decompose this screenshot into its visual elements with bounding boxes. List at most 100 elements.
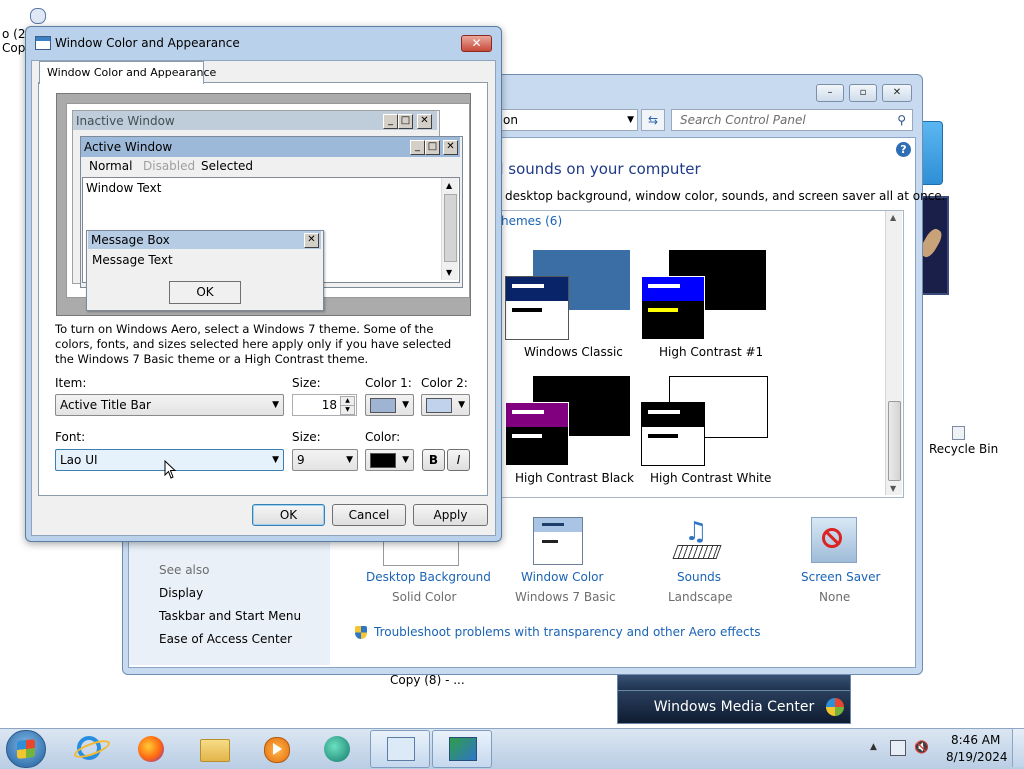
recycle-bin-icon[interactable]: [952, 426, 965, 440]
network-icon[interactable]: [890, 740, 906, 756]
preview-inactive-min: _: [383, 114, 398, 129]
theme-high-contrast-white[interactable]: [641, 374, 769, 470]
taskbar-ie-icon[interactable]: [69, 730, 113, 768]
sounds-link[interactable]: Sounds: [677, 570, 721, 584]
taskbar-control-panel-button[interactable]: [370, 730, 430, 768]
maximize-button[interactable]: ▫: [849, 84, 877, 102]
page-description: desktop background, window color, sounds…: [505, 189, 946, 203]
window-color-icon[interactable]: [533, 517, 583, 565]
ok-button[interactable]: OK: [252, 504, 325, 526]
start-button[interactable]: [6, 730, 46, 768]
theme-label-high-contrast-white[interactable]: High Contrast White: [650, 471, 771, 485]
address-dropdown-icon[interactable]: ▼: [627, 110, 634, 130]
sounds-icon[interactable]: ♫: [671, 517, 722, 563]
desktop-background-link[interactable]: Desktop Background: [366, 570, 491, 584]
theme-preview-title-text: [512, 410, 544, 414]
dialog-title: Window Color and Appearance: [55, 36, 240, 50]
chevron-down-icon: ▼: [272, 400, 279, 410]
bold-button[interactable]: B: [422, 449, 445, 471]
taskbar-firefox-icon[interactable]: [130, 730, 174, 768]
search-placeholder: Search Control Panel: [680, 113, 806, 127]
italic-button[interactable]: I: [447, 449, 470, 471]
refresh-button[interactable]: ⇆: [641, 109, 665, 131]
search-input[interactable]: Search Control Panel ⚲: [671, 109, 913, 131]
chevron-down-icon: ▼: [402, 455, 409, 465]
themes-scrollbar[interactable]: ▲ ▼: [885, 211, 902, 495]
taskbar-explorer-icon[interactable]: [192, 730, 236, 768]
windows-media-center-gadget[interactable]: Windows Media Center: [617, 690, 851, 724]
themes-group-header[interactable]: hemes (6): [501, 214, 562, 228]
show-hidden-icons[interactable]: ▲: [870, 742, 877, 752]
color2-swatch: [426, 398, 452, 413]
taskbar-app-icon[interactable]: [316, 730, 360, 768]
see-also-taskbar[interactable]: Taskbar and Start Menu: [159, 609, 301, 623]
theme-preview-window: [505, 276, 569, 340]
preview-window-text: Window Text: [86, 181, 162, 195]
play-icon: [273, 743, 282, 755]
theme-preview-body-text: [648, 434, 678, 438]
desktop-label-copy[interactable]: Copy (8) - ...: [390, 673, 465, 687]
scroll-down-arrow[interactable]: ▼: [890, 484, 896, 493]
spin-down-icon[interactable]: ▼: [340, 405, 355, 415]
windows-logo-icon: [826, 698, 844, 716]
theme-preview-window: [505, 402, 569, 466]
window-color-link[interactable]: Window Color: [521, 570, 603, 584]
apply-button[interactable]: Apply: [413, 504, 488, 526]
theme-label-high-contrast-black[interactable]: High Contrast Black: [515, 471, 634, 485]
theme-high-contrast-black[interactable]: [505, 374, 633, 470]
volume-muted-icon[interactable]: 🔇: [914, 740, 930, 754]
address-bar[interactable]: on ▼: [494, 109, 638, 131]
theme-preview-title-text: [648, 410, 680, 414]
scroll-up-arrow[interactable]: ▲: [890, 213, 896, 222]
theme-preview-body-text: [512, 434, 542, 438]
see-also-title: See also: [159, 563, 210, 577]
dialog-close-button[interactable]: ✕: [461, 35, 492, 52]
taskbar-appearance-button[interactable]: [432, 730, 492, 768]
recycle-bin-label[interactable]: Recycle Bin: [929, 442, 998, 456]
font-size-label: Size:: [292, 430, 321, 444]
preview-msgbox-text: Message Text: [92, 253, 173, 267]
theme-label-high-contrast-1[interactable]: High Contrast #1: [659, 345, 763, 359]
see-also-display[interactable]: Display: [159, 586, 203, 600]
color1-label: Color 1:: [365, 376, 412, 390]
preview-menu-disabled: Disabled: [143, 159, 196, 173]
screen-saver-link[interactable]: Screen Saver: [801, 570, 880, 584]
close-button[interactable]: ✕: [882, 84, 912, 102]
clock-time[interactable]: 8:46 AM: [951, 733, 1000, 747]
minimize-button[interactable]: –: [816, 84, 844, 102]
taskbar-media-player-icon[interactable]: [254, 730, 298, 768]
page-heading: d sounds on your computer: [494, 160, 701, 178]
appearance-icon: [449, 737, 477, 761]
troubleshoot-link[interactable]: Troubleshoot problems with transparency …: [374, 625, 761, 639]
item-size-spinner[interactable]: 18 ▲ ▼: [292, 394, 357, 416]
tab-window-color[interactable]: Window Color and Appearance: [39, 61, 216, 84]
cancel-button[interactable]: Cancel: [332, 504, 406, 526]
preview-scroll-up: ▲: [446, 181, 453, 190]
theme-preview-title-text: [512, 284, 544, 288]
desktop-label-left-2[interactable]: Cop: [2, 41, 25, 55]
control-panel-icon: [387, 737, 415, 761]
clock-date[interactable]: 8/19/2024: [946, 750, 1008, 764]
color2-picker[interactable]: ▼: [421, 394, 470, 416]
item-select[interactable]: Active Title Bar ▼: [55, 394, 284, 416]
chevron-down-icon: ▼: [272, 455, 279, 465]
theme-high-contrast-1[interactable]: [641, 248, 769, 344]
preview-inactive-title: Inactive Window: [76, 114, 175, 128]
help-icon[interactable]: ?: [896, 142, 911, 157]
firefox-icon: [138, 736, 164, 762]
scroll-thumb[interactable]: [888, 401, 901, 481]
desktop-icon-top[interactable]: [30, 8, 46, 24]
color1-picker[interactable]: ▼: [365, 394, 414, 416]
font-color-picker[interactable]: ▼: [365, 449, 414, 471]
screen-saver-icon[interactable]: [811, 517, 857, 563]
theme-windows-classic[interactable]: [505, 248, 633, 344]
see-also-ease-of-access[interactable]: Ease of Access Center: [159, 632, 292, 646]
theme-preview-titlebar: [506, 403, 568, 427]
show-desktop-button[interactable]: [1012, 729, 1024, 767]
font-size-select[interactable]: 9 ▼: [292, 449, 358, 471]
search-icon[interactable]: ⚲: [897, 110, 906, 130]
theme-label-windows-classic[interactable]: Windows Classic: [524, 345, 623, 359]
item-select-value: Active Title Bar: [60, 398, 151, 412]
media-center-label: Windows Media Center: [653, 699, 815, 715]
chevron-down-icon: ▼: [346, 455, 353, 465]
